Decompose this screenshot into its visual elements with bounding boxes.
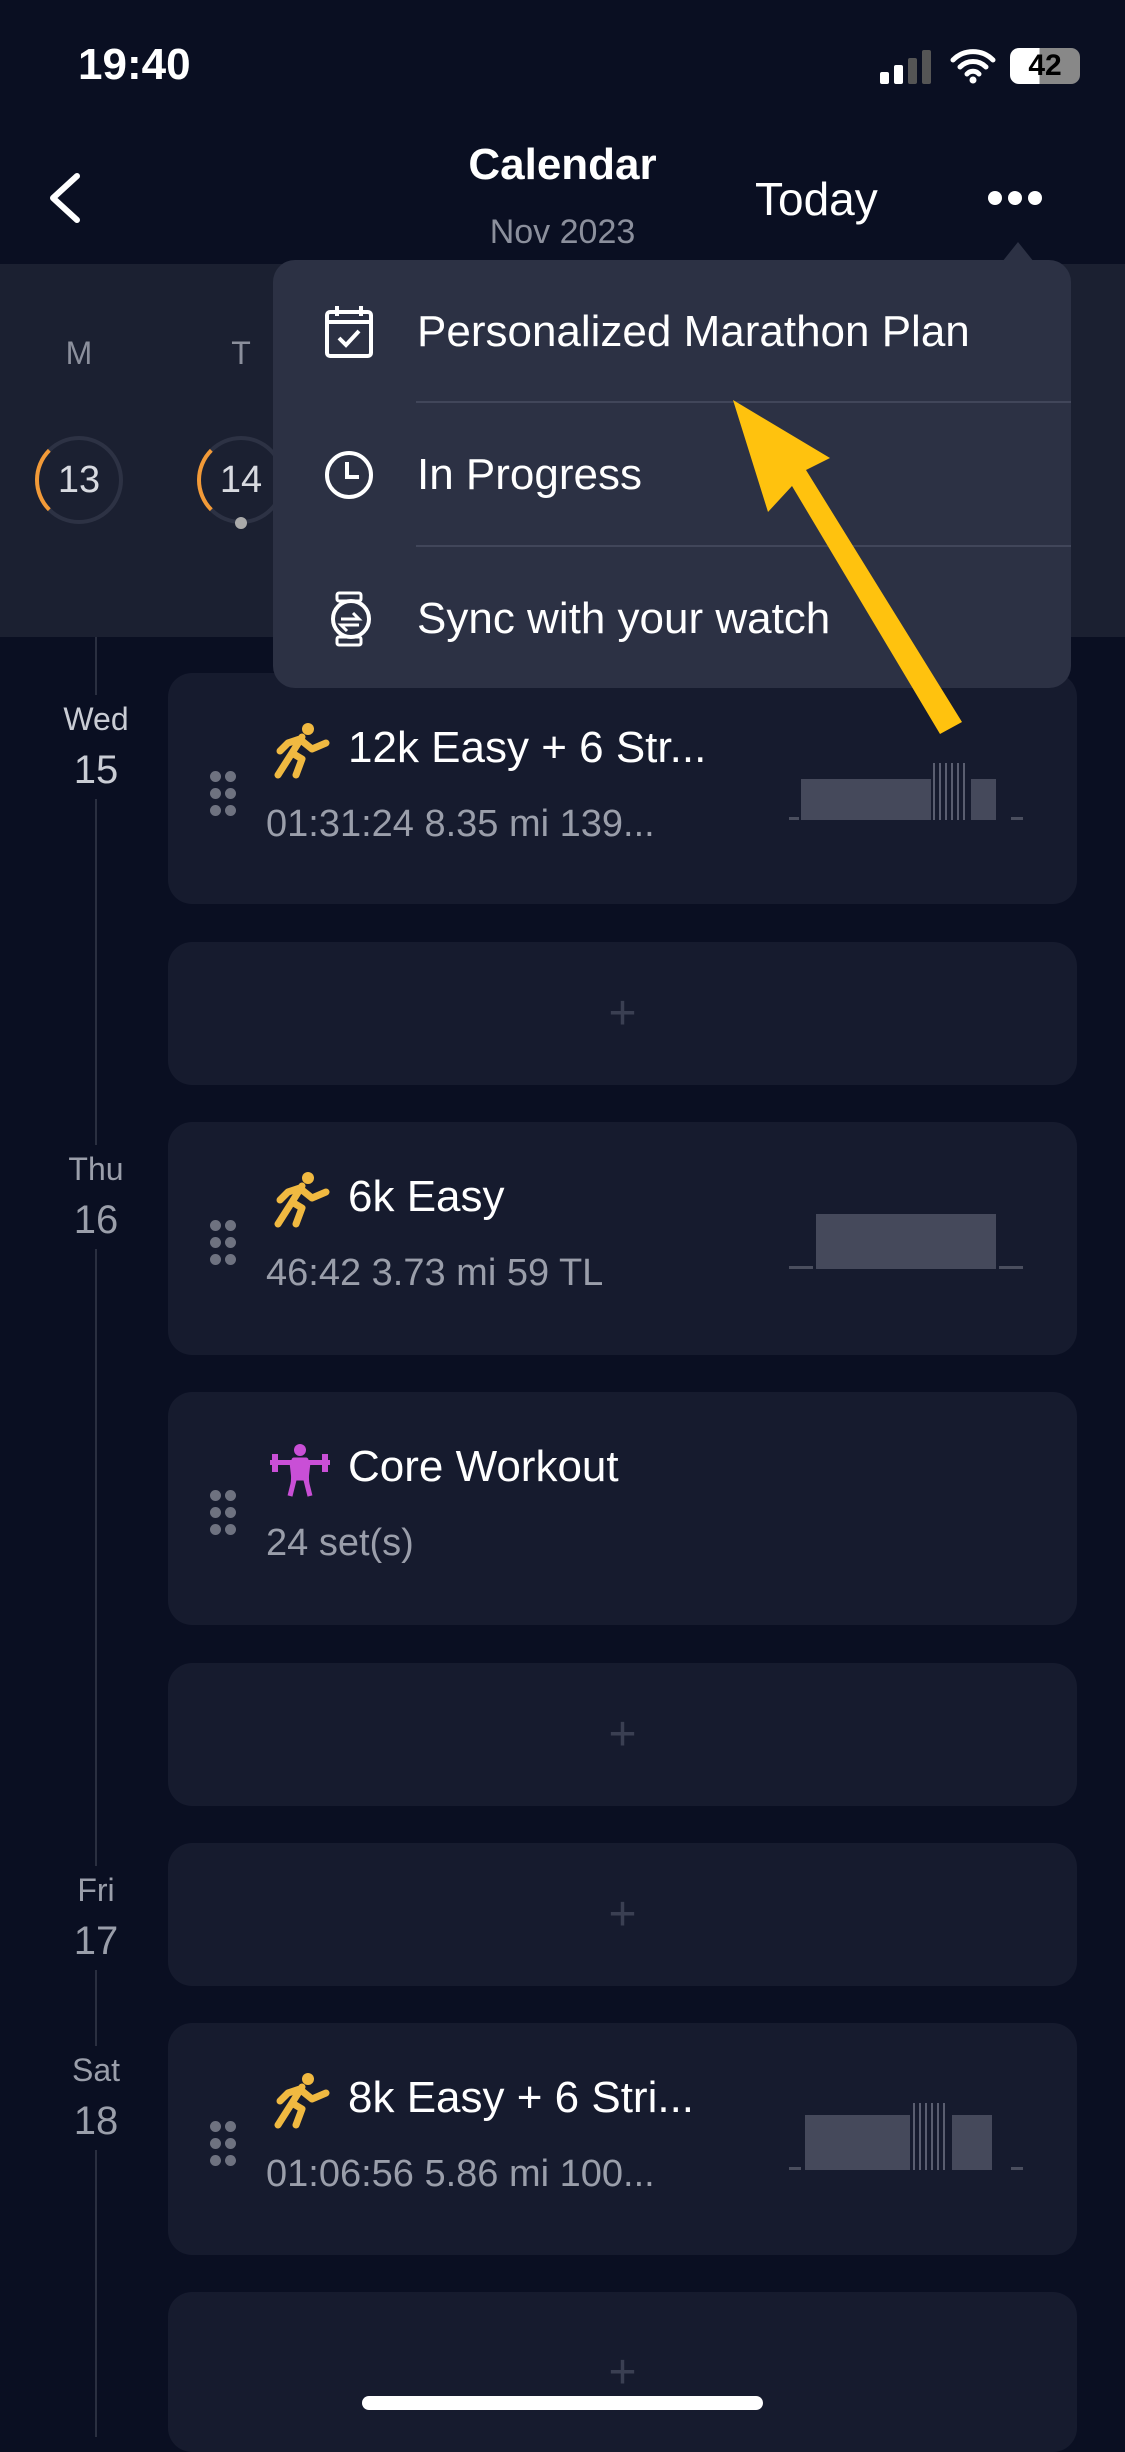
weekday: Fri bbox=[77, 1872, 115, 1908]
add-workout-button[interactable]: + bbox=[168, 1663, 1077, 1806]
workout-card[interactable]: Core Workout 24 set(s) bbox=[168, 1392, 1077, 1625]
workout-stats: 24 set(s) bbox=[266, 1522, 414, 1564]
workout-title: 6k Easy bbox=[348, 1172, 505, 1221]
date: 17 bbox=[73, 1919, 119, 1963]
add-workout-button[interactable]: + bbox=[168, 2292, 1077, 2452]
drag-handle-icon[interactable] bbox=[208, 1217, 238, 1268]
running-icon bbox=[268, 2073, 332, 2129]
workout-card[interactable]: 6k Easy 46:42 3.73 mi 59 TL bbox=[168, 1122, 1077, 1355]
day-label-sat: Sat 18 bbox=[40, 2046, 152, 2150]
day-label-fri: Fri 17 bbox=[40, 1866, 152, 1970]
workout-intensity-graph bbox=[789, 2103, 1023, 2170]
drag-handle-icon[interactable] bbox=[208, 1487, 238, 1538]
workout-intensity-graph bbox=[789, 1214, 1023, 1269]
workout-stats: 46:42 3.73 mi 59 TL bbox=[266, 1252, 604, 1294]
workout-title: 8k Easy + 6 Stri... bbox=[348, 2073, 695, 2122]
day-label-thu: Thu 16 bbox=[40, 1145, 152, 1249]
workout-stats: 01:06:56 5.86 mi 100... bbox=[266, 2153, 655, 2195]
timeline-line bbox=[95, 637, 97, 2437]
workout-card[interactable]: 8k Easy + 6 Stri... 01:06:56 5.86 mi 100… bbox=[168, 2023, 1077, 2255]
add-workout-button[interactable]: + bbox=[168, 942, 1077, 1085]
weekday: Thu bbox=[68, 1151, 124, 1187]
add-workout-button[interactable]: + bbox=[168, 1843, 1077, 1986]
date: 16 bbox=[73, 1198, 119, 1242]
date: 18 bbox=[73, 2099, 119, 2143]
workout-title: Core Workout bbox=[348, 1442, 619, 1491]
workout-stats: 01:31:24 8.35 mi 139... bbox=[266, 803, 655, 845]
home-indicator[interactable] bbox=[362, 2396, 763, 2410]
weightlifting-icon bbox=[268, 1442, 332, 1498]
drag-handle-icon[interactable] bbox=[208, 2118, 238, 2169]
weekday: Sat bbox=[71, 2052, 121, 2088]
annotation-arrow bbox=[733, 400, 962, 734]
running-icon bbox=[268, 1172, 332, 1228]
